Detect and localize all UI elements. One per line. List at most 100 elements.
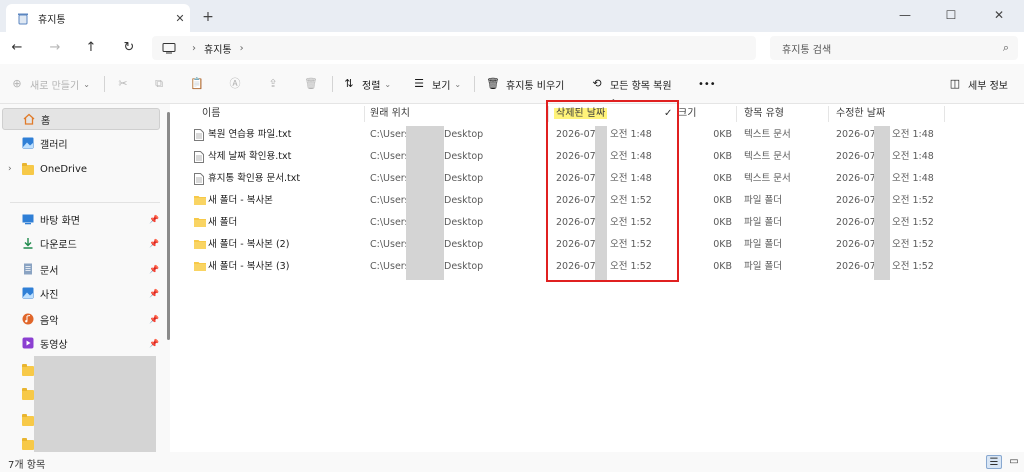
- toolbar-divider: [104, 76, 105, 92]
- original-location-suffix: Desktop: [444, 151, 484, 162]
- rename-icon: Ⓐ: [229, 77, 241, 90]
- back-button[interactable]: ←: [6, 38, 28, 58]
- text-file-icon: [194, 129, 204, 141]
- sidebar-item-gallery[interactable]: 갤러리: [2, 132, 160, 154]
- item-type: 텍스트 문서: [744, 129, 791, 140]
- restore-all-button[interactable]: ⟲ 모든 항목 복원: [590, 76, 671, 92]
- sidebar-item-label: 다운로드: [40, 239, 77, 251]
- pin-icon[interactable]: 📌: [148, 239, 160, 248]
- sidebar-item-downloads[interactable]: 다운로드 📌: [2, 232, 160, 254]
- column-header-item-type[interactable]: 항목 유형: [744, 104, 784, 124]
- view-button[interactable]: ☰ 보기 ⌄: [412, 76, 461, 92]
- new-label: 새로 만들기: [30, 80, 80, 92]
- new-tab-button[interactable]: +: [198, 7, 218, 27]
- date-modified: 2026-07-: [836, 195, 880, 206]
- sidebar-item-label: 갤러리: [40, 139, 68, 151]
- delete-button[interactable]: 🗑: [304, 76, 324, 92]
- file-size: 0KB: [713, 151, 732, 162]
- breadcrumb-recycle-bin[interactable]: 휴지통: [204, 41, 232, 56]
- pin-icon[interactable]: 📌: [148, 215, 160, 224]
- column-separator[interactable]: [364, 106, 365, 122]
- details-view-button[interactable]: ☰: [986, 455, 1002, 469]
- folder-icon: [194, 261, 206, 273]
- folder-icon[interactable]: [22, 414, 34, 426]
- column-separator[interactable]: [736, 106, 737, 122]
- share-button[interactable]: ⇪: [266, 76, 286, 92]
- sidebar-item-home[interactable]: 홈: [2, 108, 160, 130]
- column-header-original-location[interactable]: 원래 위치: [370, 104, 410, 124]
- sidebar-item-label: 동영상: [40, 339, 68, 351]
- sidebar-item-onedrive[interactable]: › OneDrive: [2, 158, 160, 180]
- original-location-prefix: C:\Users: [370, 129, 410, 140]
- maximize-button[interactable]: ☐: [928, 0, 974, 32]
- empty-recycle-bin-button[interactable]: 🗑 휴지통 비우기: [486, 76, 564, 92]
- new-button[interactable]: ⊕ 새로 만들기 ⌄: [10, 76, 90, 92]
- navigation-bar: ← → ↑ ↻ › 휴지통 › 휴지통 검색 ⌕: [0, 32, 1024, 64]
- search-box[interactable]: 휴지통 검색 ⌕: [770, 36, 1018, 60]
- trash-icon: 🗑: [486, 77, 500, 90]
- sidebar-item-music[interactable]: 음악 📌: [2, 308, 160, 330]
- forward-button[interactable]: →: [44, 38, 66, 58]
- chevron-down-icon: ⌄: [454, 79, 462, 89]
- sidebar-item-documents[interactable]: 문서 📌: [2, 258, 160, 280]
- folder-icon[interactable]: [22, 438, 34, 450]
- file-name: 새 폴더 - 복사본: [208, 195, 273, 206]
- breadcrumb-chevron-icon[interactable]: ›: [240, 43, 244, 54]
- original-location-prefix: C:\Users: [370, 151, 410, 162]
- sort-label: 정렬: [362, 80, 381, 92]
- sort-button[interactable]: ⇅ 정렬 ⌄: [342, 76, 391, 92]
- pin-icon[interactable]: 📌: [148, 315, 160, 324]
- rename-button[interactable]: Ⓐ: [228, 76, 248, 92]
- tiles-view-button[interactable]: ▭: [1006, 455, 1022, 469]
- column-header-date-modified[interactable]: 수정한 날짜: [836, 104, 885, 124]
- address-bar[interactable]: › 휴지통 ›: [152, 36, 756, 60]
- computer-icon: [162, 43, 176, 54]
- search-input[interactable]: 휴지통 검색: [782, 41, 994, 56]
- paste-button[interactable]: 📋: [190, 76, 210, 92]
- breadcrumb-chevron-icon: ›: [192, 42, 196, 54]
- pin-icon[interactable]: 📌: [148, 339, 160, 348]
- plus-circle-icon: ⊕: [12, 77, 22, 90]
- file-name: 새 폴더: [208, 217, 238, 228]
- tab-recycle-bin[interactable]: 휴지통 ✕: [6, 4, 190, 32]
- sidebar-item-videos[interactable]: 동영상 📌: [2, 332, 160, 354]
- copy-button[interactable]: ⧉: [152, 76, 172, 92]
- sidebar-item-label: 바탕 화면: [40, 215, 80, 227]
- folder-icon[interactable]: [22, 364, 34, 376]
- column-header-size[interactable]: 크기: [678, 104, 696, 124]
- folder-icon[interactable]: [22, 388, 34, 400]
- column-header-name[interactable]: 이름: [202, 104, 220, 124]
- date-modified: 2026-07-: [836, 129, 880, 140]
- recycle-bin-icon: [16, 11, 30, 25]
- up-button[interactable]: ↑: [80, 38, 102, 58]
- more-options-button[interactable]: •••: [698, 76, 716, 92]
- file-name: 새 폴더 - 복사본 (2): [208, 239, 290, 250]
- status-bar: 7개 항목 ☰ ▭: [0, 452, 1024, 472]
- chevron-right-icon[interactable]: ›: [8, 164, 12, 174]
- details-pane-button[interactable]: ◫ 세부 정보: [948, 76, 1008, 92]
- sidebar-divider: [10, 202, 160, 203]
- close-tab-icon[interactable]: ✕: [170, 12, 190, 25]
- text-file-icon: [194, 151, 204, 163]
- pin-icon[interactable]: 📌: [148, 265, 160, 274]
- original-location-suffix: Desktop: [444, 239, 484, 250]
- original-location-prefix: C:\Users: [370, 195, 410, 206]
- refresh-button[interactable]: ↻: [118, 38, 140, 58]
- cut-button[interactable]: ✂: [116, 76, 136, 92]
- original-location-suffix: Desktop: [444, 129, 484, 140]
- annotation-highlight-box: [546, 100, 679, 282]
- file-size: 0KB: [713, 173, 732, 184]
- sidebar-item-pictures[interactable]: 사진 📌: [2, 282, 160, 304]
- minimize-button[interactable]: —: [882, 0, 928, 32]
- pin-icon[interactable]: 📌: [148, 289, 160, 298]
- file-size: 0KB: [713, 195, 732, 206]
- time-modified: 오전 1:48: [892, 129, 934, 140]
- window-close-button[interactable]: ✕: [976, 0, 1022, 32]
- time-modified: 오전 1:48: [892, 151, 934, 162]
- sidebar-item-desktop[interactable]: 바탕 화면 📌: [2, 208, 160, 230]
- title-bar: 휴지통 ✕ + — ☐ ✕: [0, 0, 1024, 32]
- column-separator[interactable]: [944, 106, 945, 122]
- original-location-prefix: C:\Users: [370, 239, 410, 250]
- column-separator[interactable]: [828, 106, 829, 122]
- search-icon: ⌕: [1002, 41, 1010, 54]
